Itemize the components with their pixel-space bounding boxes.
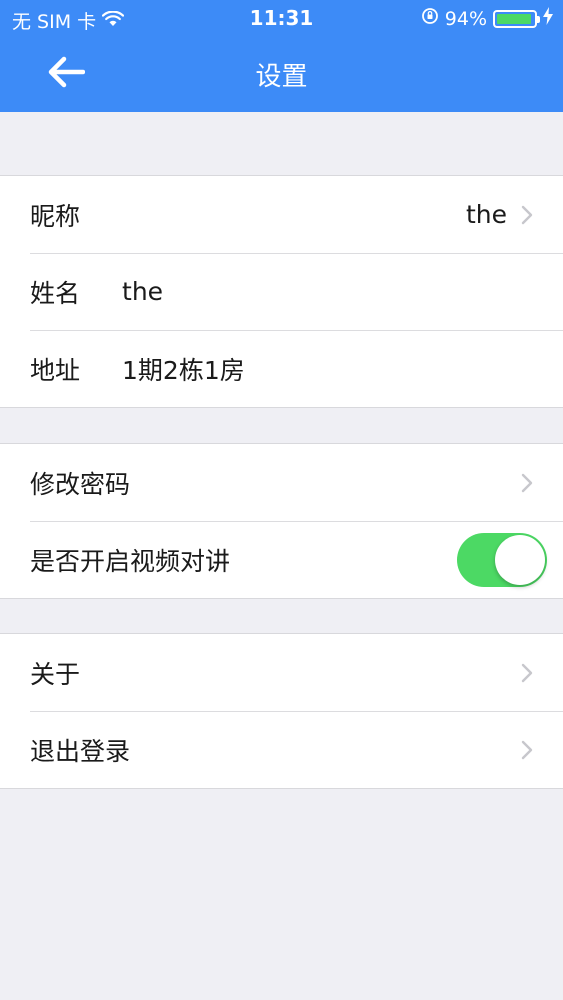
chevron-right-icon: [521, 205, 533, 225]
page-title: 设置: [255, 62, 308, 92]
nickname-right: the: [466, 200, 533, 229]
profile-group: 昵称 the 姓名 the 地址 1期2栋1房: [0, 175, 563, 408]
status-right: 94%: [421, 7, 553, 30]
name-value: the: [122, 277, 164, 306]
nickname-label: 昵称: [30, 201, 81, 231]
video-intercom-right: [457, 532, 547, 587]
video-intercom-toggle[interactable]: [457, 532, 547, 587]
address-value: 1期2栋1房: [122, 355, 245, 385]
address-row: 地址 1期2栋1房: [0, 330, 563, 407]
about-label: 关于: [30, 659, 81, 689]
toggle-knob: [495, 534, 545, 585]
top-bar: 无 SIM 卡 11:31 94% 设置: [0, 0, 563, 112]
chevron-right-icon: [521, 740, 533, 760]
battery-percent: 94%: [444, 7, 487, 30]
security-group: 修改密码 是否开启视频对讲: [0, 443, 563, 599]
chevron-right-icon: [521, 473, 533, 493]
nav-bar: 设置: [0, 38, 563, 112]
name-row: 姓名 the: [0, 253, 563, 330]
video-intercom-label: 是否开启视频对讲: [30, 546, 231, 576]
about-row[interactable]: 关于: [0, 634, 563, 711]
name-label: 姓名: [30, 278, 81, 308]
charging-icon: [543, 7, 553, 30]
nickname-row[interactable]: 昵称 the: [0, 176, 563, 253]
address-label: 地址: [30, 355, 81, 385]
video-intercom-row: 是否开启视频对讲: [0, 521, 563, 598]
change-password-label: 修改密码: [30, 469, 131, 499]
battery-fill: [497, 13, 531, 24]
change-password-right: [521, 473, 533, 493]
status-bar: 无 SIM 卡 11:31 94%: [0, 0, 563, 38]
logout-label: 退出登录: [30, 736, 131, 766]
logout-row[interactable]: 退出登录: [0, 711, 563, 788]
nickname-value: the: [465, 200, 507, 229]
chevron-right-icon: [521, 663, 533, 683]
about-right: [521, 663, 533, 683]
battery-icon: [493, 9, 540, 28]
change-password-row[interactable]: 修改密码: [0, 444, 563, 521]
logout-right: [521, 740, 533, 760]
misc-group: 关于 退出登录: [0, 633, 563, 789]
rotation-lock-icon: [421, 7, 439, 30]
